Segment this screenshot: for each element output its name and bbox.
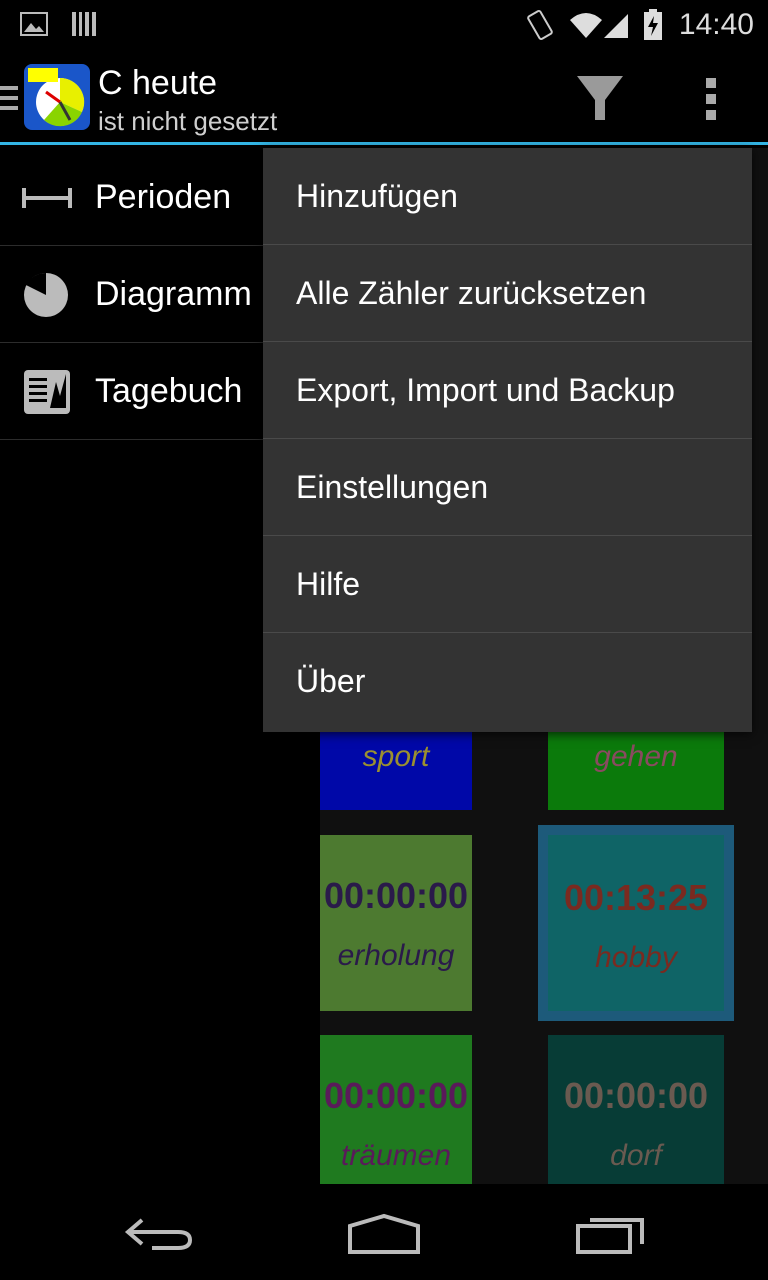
menu-item-hilfe[interactable]: Hilfe [263,536,752,633]
app-title: C heute [98,64,218,102]
counter-name: sport [362,740,430,773]
drawer-item-label: Perioden [95,178,232,216]
menu-item-export-import-backup[interactable]: Export, Import und Backup [263,342,752,439]
menu-item-label: Über [296,663,366,699]
menu-item-ueber[interactable]: Über [263,633,752,732]
counter-time: 00:00:00 [323,1075,469,1116]
counter-name: hobby [595,941,677,974]
status-bar: 14:40 [0,0,768,50]
counter-name: gehen [594,740,678,773]
filter-icon[interactable] [575,74,625,124]
status-time: 14:40 [678,8,754,41]
counter-name: dorf [610,1139,662,1172]
menu-item-label: Einstellungen [296,469,489,505]
counter-tile-hobby[interactable]: 00:13:25 hobby [538,825,734,1021]
back-icon[interactable] [122,1214,196,1254]
barcode-notification-icon [72,12,96,36]
menu-item-einstellungen[interactable]: Einstellungen [263,439,752,536]
home-icon[interactable] [344,1212,424,1256]
app-logo-icon[interactable] [24,64,90,130]
counter-tile-dorf[interactable]: 00:00:00 dorf [548,1035,724,1184]
app-subtitle: ist nicht gesetzt [98,106,278,136]
menu-item-label: Alle Zähler zurücksetzen [296,275,647,311]
recent-apps-icon[interactable] [574,1212,648,1256]
menu-item-reset-counters[interactable]: Alle Zähler zurücksetzen [263,245,752,342]
menu-item-label: Hinzufügen [296,178,458,214]
diary-icon [24,370,70,414]
counter-tile-erholung[interactable]: 00:00:00 erholung [320,835,472,1011]
pie-chart-icon [24,272,68,317]
navigation-bar [0,1184,768,1280]
drawer-toggle-icon[interactable] [0,82,20,114]
counter-time: 00:00:00 [563,1075,709,1116]
menu-item-label: Hilfe [296,566,361,602]
image-notification-icon [20,12,48,36]
counter-name: träumen [340,1139,452,1172]
counter-time: 00:13:25 [563,877,709,918]
vibrate-icon [527,9,553,41]
wifi-signal-icon [570,13,628,38]
counter-time: 00:00:00 [323,875,469,916]
menu-item-hinzufuegen[interactable]: Hinzufügen [263,148,752,245]
overflow-menu: Hinzufügen Alle Zähler zurücksetzen Expo… [263,148,752,732]
counter-tile-traeumen[interactable]: 00:00:00 träumen [320,1035,472,1184]
battery-charging-icon [644,9,662,40]
drawer-item-label: Diagramm [95,275,252,313]
drawer-item-label: Tagebuch [95,372,243,410]
menu-item-label: Export, Import und Backup [296,372,675,408]
counter-name: erholung [337,939,455,972]
overflow-menu-icon[interactable] [702,76,722,122]
period-range-icon [22,188,72,208]
action-bar: C heute ist nicht gesetzt [0,50,768,145]
